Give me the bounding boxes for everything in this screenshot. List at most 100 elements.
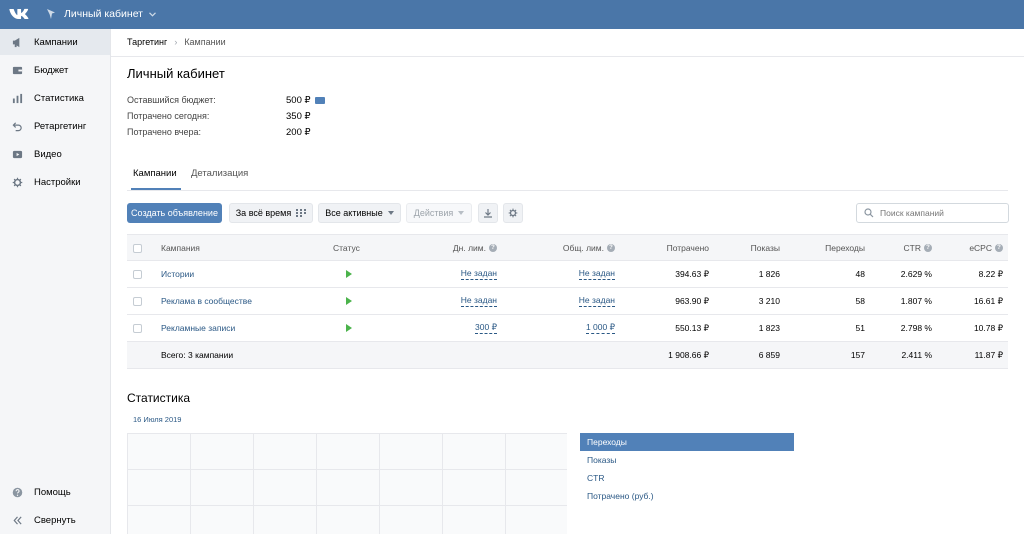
sidebar-item-campaigns[interactable]: Кампании	[0, 29, 110, 55]
megaphone-icon	[11, 36, 23, 48]
chart-grid-line	[253, 433, 254, 534]
tab-details[interactable]: Детализация	[191, 168, 248, 179]
help-icon[interactable]: ?	[995, 244, 1003, 252]
calendar-grid-icon	[296, 209, 307, 217]
chart-grid-line	[127, 469, 567, 470]
campaign-search[interactable]	[856, 203, 1009, 223]
help-icon[interactable]: ?	[607, 244, 615, 252]
table-total-row: Всего: 3 кампании 1 908.66 ₽ 6 859 157 2…	[127, 342, 1008, 369]
chart-grid-line	[127, 433, 567, 434]
period-select[interactable]: За всё время	[229, 203, 313, 223]
col-total-limit[interactable]: Общ. лим.?	[535, 235, 615, 261]
daily-limit-value[interactable]: Не задан	[460, 295, 497, 307]
select-all-checkbox[interactable]	[133, 235, 142, 261]
create-ad-button[interactable]: Создать объявление	[127, 203, 222, 223]
search-input[interactable]	[880, 208, 1000, 218]
sidebar-item-statistics[interactable]: Статистика	[0, 85, 110, 111]
row-checkbox[interactable]	[133, 261, 142, 287]
breadcrumb-current: Кампании	[184, 37, 226, 47]
table-settings-button[interactable]	[503, 203, 523, 223]
sidebar-item-video[interactable]: Видео	[0, 141, 110, 167]
period-label: За всё время	[235, 208, 292, 218]
account-switcher[interactable]: Личный кабинет	[46, 8, 156, 20]
sidebar-item-label: Ретаргетинг	[34, 120, 87, 132]
chart-grid-line	[190, 433, 191, 534]
chart-grid-line	[316, 433, 317, 534]
status-filter-select[interactable]: Все активные	[318, 203, 401, 223]
total-limit-value[interactable]: Не задан	[578, 295, 615, 307]
return-arrow-icon	[11, 120, 23, 132]
total-limit[interactable]: Не задан	[535, 261, 615, 287]
download-button[interactable]	[478, 203, 498, 223]
card-icon[interactable]	[314, 97, 325, 104]
ecpc-value: 10.78 ₽	[973, 322, 1003, 333]
sidebar-item-budget[interactable]: Бюджет	[0, 57, 110, 83]
stats-date-picker[interactable]: 16 Июля 2019	[133, 415, 181, 424]
vk-logo-icon[interactable]	[9, 7, 29, 21]
daily-limit-value[interactable]: 300 ₽	[475, 322, 497, 334]
col-daily-limit[interactable]: Дн. лим.?	[417, 235, 497, 261]
double-chevron-left-icon	[11, 514, 23, 526]
help-icon[interactable]: ?	[924, 244, 932, 252]
col-daily-limit-label: Дн. лим.	[452, 243, 486, 253]
campaign-name-link[interactable]: Рекламные записи	[161, 315, 235, 341]
breadcrumb-root[interactable]: Таргетинг	[127, 37, 167, 47]
total-shows: 6 859	[758, 350, 780, 360]
col-clicks[interactable]: Переходы	[797, 235, 865, 261]
campaign-name-link[interactable]: Реклама в сообществе	[161, 288, 252, 314]
ctr-value: 2.629 %	[900, 269, 932, 279]
help-icon	[11, 486, 23, 498]
active-tab-indicator	[131, 188, 181, 190]
col-status[interactable]: Статус	[333, 235, 360, 261]
daily-limit[interactable]: Не задан	[417, 261, 497, 287]
total-limit[interactable]: 1 000 ₽	[535, 315, 615, 341]
sidebar-item-label: Видео	[34, 148, 62, 160]
daily-limit[interactable]: Не задан	[417, 288, 497, 314]
col-total-limit-label: Общ. лим.	[562, 243, 604, 253]
actions-select[interactable]: Действия	[406, 203, 472, 223]
metric-shows[interactable]: Показы	[580, 451, 794, 469]
chart-grid-line	[127, 505, 567, 506]
download-icon	[484, 209, 492, 218]
tabs: Кампании Детализация	[127, 163, 1008, 191]
col-ecpc[interactable]: eCPC?	[937, 235, 1003, 261]
budget-remaining-amount: 500 ₽	[286, 95, 311, 106]
wallet-icon	[11, 64, 23, 76]
col-spent[interactable]: Потрачено	[627, 235, 709, 261]
daily-limit-value[interactable]: Не задан	[460, 268, 497, 280]
divider	[111, 56, 1024, 57]
sidebar-item-label: Кампании	[34, 36, 78, 48]
status-active-icon[interactable]	[346, 261, 352, 287]
row-checkbox[interactable]	[133, 315, 142, 341]
total-limit[interactable]: Не задан	[535, 288, 615, 314]
col-name[interactable]: Кампания	[161, 235, 200, 261]
total-limit-value[interactable]: Не задан	[578, 268, 615, 280]
sidebar-item-help[interactable]: Помощь	[0, 479, 110, 505]
page-title: Личный кабинет	[127, 66, 225, 81]
spent-value: 963.90 ₽	[675, 295, 709, 306]
help-icon[interactable]: ?	[489, 244, 497, 252]
table-row: Реклама в сообществе Не задан Не задан 9…	[127, 288, 1008, 315]
row-checkbox[interactable]	[133, 288, 142, 314]
metric-spent[interactable]: Потрачено (руб.)	[580, 487, 794, 505]
sidebar-item-retargeting[interactable]: Ретаргетинг	[0, 113, 110, 139]
sidebar-item-label: Свернуть	[34, 514, 76, 526]
col-ctr[interactable]: CTR?	[872, 235, 932, 261]
sidebar-item-label: Статистика	[34, 92, 84, 104]
metric-clicks[interactable]: Переходы	[580, 433, 794, 451]
col-shows[interactable]: Показы	[717, 235, 780, 261]
sidebar-item-label: Помощь	[34, 486, 71, 498]
daily-limit[interactable]: 300 ₽	[417, 315, 497, 341]
clicks-value: 51	[855, 323, 865, 333]
total-limit-value[interactable]: 1 000 ₽	[585, 322, 615, 334]
campaign-name-link[interactable]: Истории	[161, 261, 194, 287]
sidebar-collapse[interactable]: Свернуть	[0, 507, 110, 533]
table-row: Истории Не задан Не задан 394.63 ₽ 1 826…	[127, 261, 1008, 288]
tab-campaigns[interactable]: Кампании	[133, 168, 177, 179]
sidebar-item-settings[interactable]: Настройки	[0, 169, 110, 195]
shows-value: 1 826	[758, 269, 780, 279]
status-active-icon[interactable]	[346, 288, 352, 314]
metric-ctr[interactable]: CTR	[580, 469, 794, 487]
table-header: Кампания Статус Дн. лим.? Общ. лим.? Пот…	[127, 234, 1008, 261]
status-active-icon[interactable]	[346, 315, 352, 341]
